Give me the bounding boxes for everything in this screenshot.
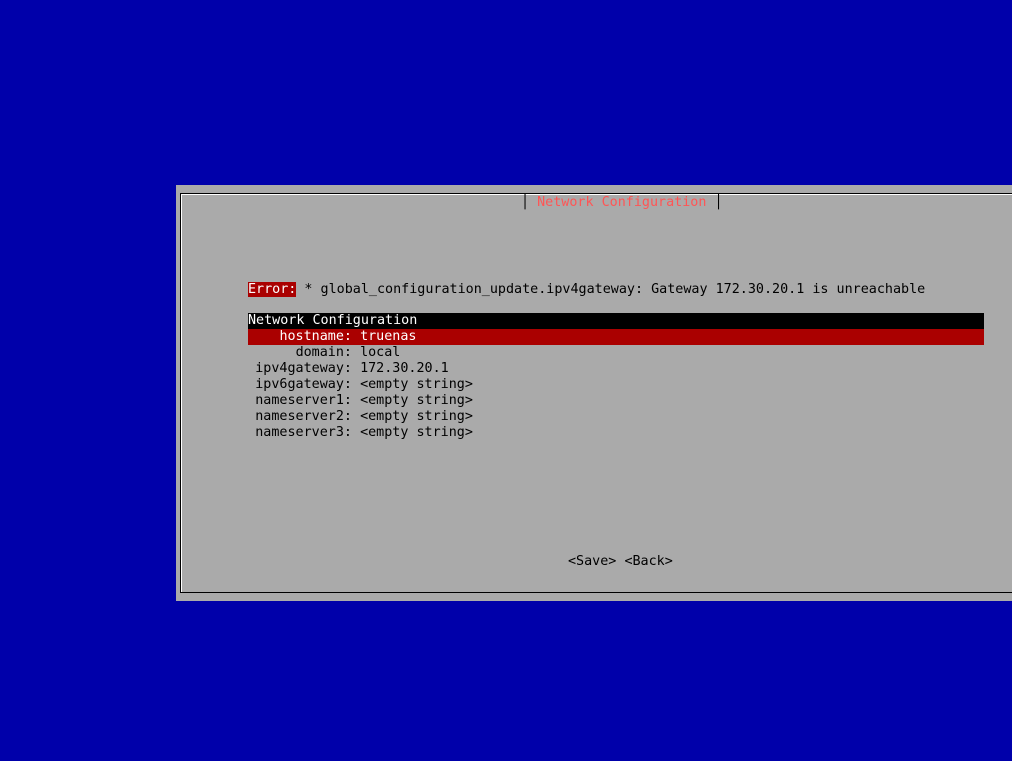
dialog-title: Network Configuration: [537, 195, 707, 210]
field-key-nameserver1: nameserver1:: [255, 393, 352, 408]
field-key-hostname: hostname:: [279, 329, 352, 344]
field-key-ipv6gateway: ipv6gateway:: [255, 377, 352, 392]
field-row-domain[interactable]: domain: local: [248, 345, 984, 361]
field-key-nameserver3: nameserver3:: [255, 425, 352, 440]
back-button[interactable]: <Back>: [624, 554, 672, 569]
field-value-hostname[interactable]: truenas: [360, 329, 416, 344]
field-row-ipv6gateway[interactable]: ipv6gateway: <empty string>: [248, 377, 984, 393]
field-row-hostname[interactable]: hostname: truenas: [248, 329, 984, 345]
field-key-domain: domain:: [295, 345, 352, 360]
field-row-nameserver2[interactable]: nameserver2: <empty string>: [248, 409, 984, 425]
field-value-nameserver3[interactable]: <empty string>: [360, 425, 473, 440]
field-key-nameserver2: nameserver2:: [255, 409, 352, 424]
field-row-nameserver3[interactable]: nameserver3: <empty string>: [248, 425, 984, 441]
field-row-nameserver1[interactable]: nameserver1: <empty string>: [248, 393, 984, 409]
save-button[interactable]: <Save>: [568, 554, 616, 569]
error-text: * global_configuration_update.ipv4gatewa…: [296, 282, 926, 297]
field-value-ipv6gateway[interactable]: <empty string>: [360, 377, 473, 392]
network-configuration-dialog: │ Network Configuration │ Error: * globa…: [176, 185, 1012, 601]
field-value-ipv4gateway[interactable]: 172.30.20.1: [360, 361, 449, 376]
field-value-nameserver1[interactable]: <empty string>: [360, 393, 473, 408]
form-header: Network Configuration: [248, 313, 984, 329]
field-value-domain[interactable]: local: [360, 345, 400, 360]
field-key-ipv4gateway: ipv4gateway:: [255, 361, 352, 376]
error-label: Error:: [248, 282, 297, 297]
button-bar: <Save> <Back>: [568, 554, 673, 570]
error-message-line: Error: * global_configuration_update.ipv…: [248, 282, 925, 298]
field-value-nameserver2[interactable]: <empty string>: [360, 409, 473, 424]
dialog-title-bar: │ Network Configuration │: [517, 195, 727, 211]
field-row-ipv4gateway[interactable]: ipv4gateway: 172.30.20.1: [248, 361, 984, 377]
